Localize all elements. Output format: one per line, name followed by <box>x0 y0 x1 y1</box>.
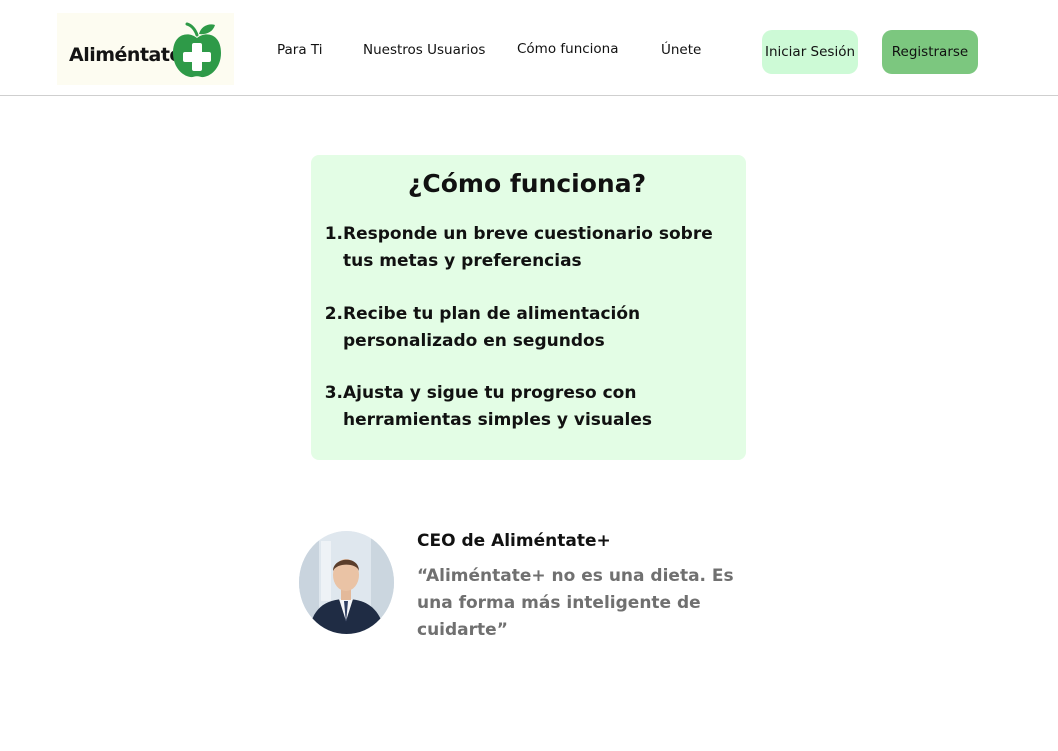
step-number: 1. <box>324 224 343 244</box>
brand-logo-text: Aliméntate <box>69 44 182 66</box>
ceo-avatar <box>299 531 394 634</box>
step-number: 2. <box>324 304 343 324</box>
nav-link-para-ti[interactable]: Para Ti <box>277 42 323 58</box>
step-text: Ajusta y sigue tu progreso con herramien… <box>343 383 652 430</box>
brand-logo[interactable]: Aliméntate <box>57 13 234 85</box>
nav-link-como-funciona[interactable]: Cómo funciona <box>517 41 619 57</box>
nav-link-unete[interactable]: Únete <box>661 42 701 58</box>
top-navbar: Aliméntate Para Ti Nuestros Usuarios Cóm… <box>0 0 1058 96</box>
nav-link-nuestros-usuarios[interactable]: Nuestros Usuarios <box>363 42 485 58</box>
apple-plus-icon <box>173 22 221 78</box>
step-number: 3. <box>324 383 343 403</box>
step-text: Responde un breve cuestionario sobre tus… <box>343 224 713 271</box>
how-it-works-card: ¿Cómo funciona? 1. Responde un breve cue… <box>311 155 746 460</box>
how-it-works-title: ¿Cómo funciona? <box>407 169 647 198</box>
testimonial-quote: “Aliméntate+ no es una dieta. Es una for… <box>417 566 734 640</box>
step-text: Recibe tu plan de alimentación personali… <box>343 304 641 351</box>
testimonial-role: CEO de Aliméntate+ <box>417 531 611 551</box>
ceo-portrait-image <box>299 531 394 634</box>
register-button[interactable]: Registrarse <box>882 30 978 74</box>
login-button[interactable]: Iniciar Sesión <box>762 30 858 74</box>
